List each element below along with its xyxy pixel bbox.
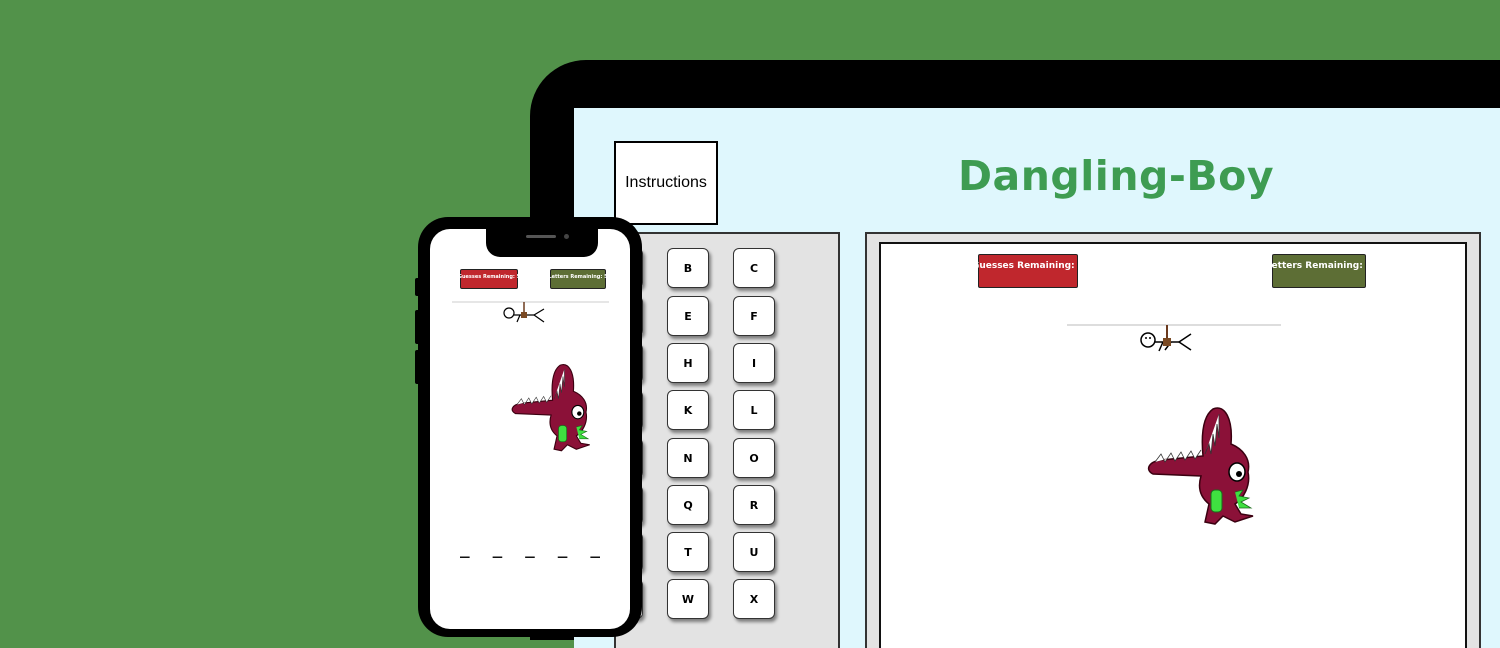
phone-dinosaur-monster-icon [511, 364, 590, 452]
key-r[interactable]: R [733, 485, 775, 525]
key-q[interactable]: Q [667, 485, 709, 525]
game-area: Guesses Remaining: 5 Letters Remaining: … [865, 232, 1481, 648]
tablet-screen: Instructions Dangling-Boy ABCDEFGHIJKLMN… [574, 108, 1500, 648]
phone-hanging-stick-figure-icon [503, 302, 545, 323]
key-u[interactable]: U [733, 532, 775, 572]
key-c[interactable]: C [733, 248, 775, 288]
letter-blank: _ [557, 539, 568, 558]
key-f[interactable]: F [733, 296, 775, 336]
key-t[interactable]: T [667, 532, 709, 572]
phone-gallows-bar [452, 301, 609, 323]
letter-blank: _ [460, 539, 470, 558]
key-n[interactable]: N [667, 438, 709, 478]
speaker-icon [526, 235, 556, 238]
key-l[interactable]: L [733, 390, 775, 430]
phone-guesses-remaining-badge: Guesses Remaining: 5 [458, 269, 520, 289]
gallows-bar [1067, 324, 1281, 352]
letter-blank: _ [525, 539, 535, 558]
key-b[interactable]: B [667, 248, 709, 288]
key-x[interactable]: X [733, 579, 775, 619]
dinosaur-monster-icon [1147, 407, 1254, 525]
instructions-button[interactable]: Instructions [614, 141, 718, 225]
phone-notch [486, 229, 598, 257]
letter-keyboard: ABCDEFGHIJKLMNOPQRSTUVWX [601, 232, 840, 648]
word-blanks: _ _ _ _ _ [460, 539, 600, 559]
hanging-stick-figure-icon [1140, 325, 1192, 352]
guesses-remaining-badge: Guesses Remaining: 5 [972, 254, 1084, 288]
game-board: Guesses Remaining: 5 Letters Remaining: … [879, 242, 1467, 648]
camera-icon [564, 234, 569, 239]
key-k[interactable]: K [667, 390, 709, 430]
tablet-frame: Instructions Dangling-Boy ABCDEFGHIJKLMN… [530, 60, 1500, 648]
letter-blank: _ [590, 539, 600, 558]
key-o[interactable]: O [733, 438, 775, 478]
page-title: Dangling-Boy [958, 152, 1275, 200]
key-w[interactable]: W [667, 579, 709, 619]
letters-remaining-badge: Letters Remaining: 5 [1266, 254, 1372, 288]
key-i[interactable]: I [733, 343, 775, 383]
key-h[interactable]: H [667, 343, 709, 383]
letter-blank: _ [492, 539, 503, 558]
phone-letters-remaining-badge: Letters Remaining: 5 [548, 269, 608, 289]
phone-screen: Guesses Remaining: 5 Letters Remaining: … [430, 229, 630, 629]
key-e[interactable]: E [667, 296, 709, 336]
phone-frame: Guesses Remaining: 5 Letters Remaining: … [418, 217, 642, 637]
